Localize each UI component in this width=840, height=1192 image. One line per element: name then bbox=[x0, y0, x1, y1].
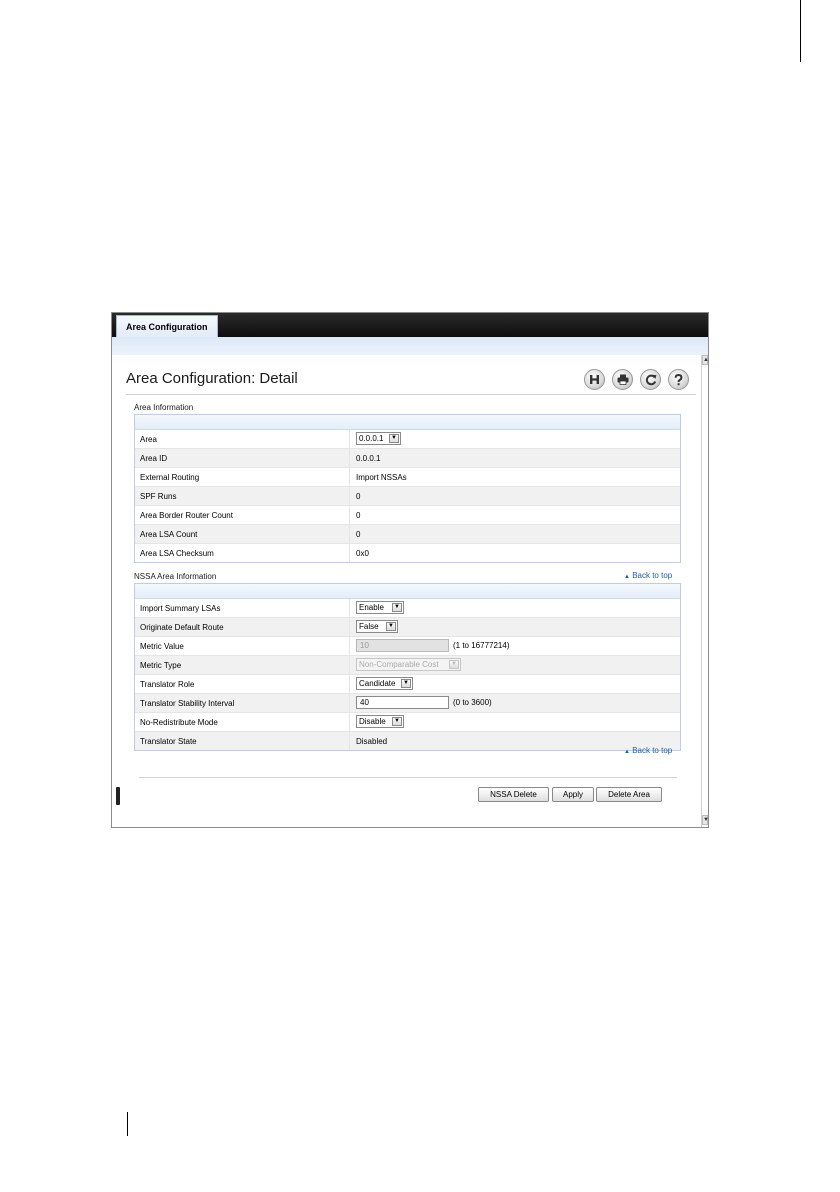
row-translator-role: Translator Role Candidate ▼ bbox=[135, 675, 680, 694]
row-area-border-router-count: Area Border Router Count 0 bbox=[135, 506, 680, 525]
triangle-up-icon: ▲ bbox=[624, 749, 630, 755]
section-label-nssa-area-information: NSSA Area Information bbox=[134, 572, 217, 581]
title-divider bbox=[126, 394, 696, 395]
chevron-down-icon: ▼ bbox=[401, 679, 411, 688]
chevron-down-icon: ▼ bbox=[389, 434, 399, 443]
page-title: Area Configuration: Detail bbox=[126, 370, 298, 387]
area-select[interactable]: 0.0.0.1 ▼ bbox=[356, 432, 401, 445]
help-icon[interactable] bbox=[668, 369, 689, 390]
delete-area-button[interactable]: Delete Area bbox=[596, 787, 662, 802]
back-to-top-link-bottom[interactable]: ▲ Back to top bbox=[624, 746, 672, 755]
apply-button[interactable]: Apply bbox=[552, 787, 594, 802]
metric-value-range-hint: (1 to 16777214) bbox=[453, 641, 510, 650]
save-icon[interactable] bbox=[584, 369, 605, 390]
metric-type-select[interactable]: Non-Comparable Cost ▼ bbox=[356, 658, 461, 671]
row-external-routing: External Routing Import NSSAs bbox=[135, 468, 680, 487]
scroll-down-arrow[interactable]: ▼ bbox=[702, 815, 708, 825]
chevron-down-icon: ▼ bbox=[392, 603, 402, 612]
stability-interval-range-hint: (0 to 3600) bbox=[453, 698, 492, 707]
nssa-delete-button[interactable]: NSSA Delete bbox=[478, 787, 549, 802]
nssa-area-information-panel: Import Summary LSAs Enable ▼ Originate D… bbox=[134, 583, 681, 751]
page-margin-rule-bottom bbox=[127, 1112, 128, 1136]
translator-role-select[interactable]: Candidate ▼ bbox=[356, 677, 413, 690]
chevron-down-icon: ▼ bbox=[449, 660, 459, 669]
row-spf-runs: SPF Runs 0 bbox=[135, 487, 680, 506]
tab-bar: Area Configuration bbox=[112, 313, 708, 340]
row-area-id: Area ID 0.0.0.1 bbox=[135, 449, 680, 468]
row-area-lsa-checksum: Area LSA Checksum 0x0 bbox=[135, 544, 680, 562]
triangle-up-icon: ▲ bbox=[624, 574, 630, 580]
page-margin-rule-top bbox=[800, 0, 801, 62]
row-metric-type: Metric Type Non-Comparable Cost ▼ bbox=[135, 656, 680, 675]
row-area-lsa-count: Area LSA Count 0 bbox=[135, 525, 680, 544]
vertical-scrollbar[interactable] bbox=[701, 355, 708, 827]
back-to-top-link[interactable]: ▲ Back to top bbox=[624, 571, 672, 580]
originate-default-route-select[interactable]: False ▼ bbox=[356, 620, 398, 633]
no-redistribute-mode-select[interactable]: Disable ▼ bbox=[356, 715, 404, 728]
chevron-down-icon: ▼ bbox=[386, 622, 396, 631]
row-originate-default-route: Originate Default Route False ▼ bbox=[135, 618, 680, 637]
import-summary-lsas-select[interactable]: Enable ▼ bbox=[356, 601, 404, 614]
area-information-panel: Area 0.0.0.1 ▼ Area ID 0.0.0.1 External … bbox=[134, 414, 681, 563]
print-icon[interactable] bbox=[612, 369, 633, 390]
row-translator-state: Translator State Disabled bbox=[135, 732, 680, 750]
metric-value-input[interactable]: 10 bbox=[356, 639, 449, 652]
row-area: Area 0.0.0.1 ▼ bbox=[135, 430, 680, 449]
button-bar-divider bbox=[139, 777, 677, 778]
row-no-redistribute-mode: No-Redistribute Mode Disable ▼ bbox=[135, 713, 680, 732]
screenshot-window: Area Configuration ▲ ▼ Area Configuratio… bbox=[111, 312, 709, 828]
row-metric-value: Metric Value 10 (1 to 16777214) bbox=[135, 637, 680, 656]
row-import-summary-lsas: Import Summary LSAs Enable ▼ bbox=[135, 599, 680, 618]
frame-resize-handle[interactable] bbox=[116, 787, 120, 805]
scroll-up-arrow[interactable]: ▲ bbox=[702, 355, 708, 365]
row-translator-stability-interval: Translator Stability Interval 40 (0 to 3… bbox=[135, 694, 680, 713]
refresh-icon[interactable] bbox=[640, 369, 661, 390]
chevron-down-icon: ▼ bbox=[392, 717, 402, 726]
section-label-area-information: Area Information bbox=[134, 403, 194, 412]
tab-strip bbox=[112, 337, 708, 355]
translator-stability-interval-input[interactable]: 40 bbox=[356, 696, 449, 709]
